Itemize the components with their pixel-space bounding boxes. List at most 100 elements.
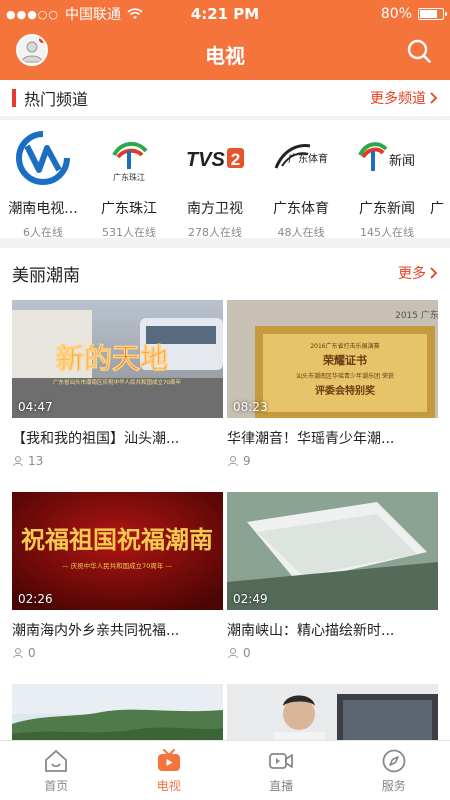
channel-item[interactable]: TVS 2 南方卫视 278人在线: [172, 120, 258, 238]
video-duration: 02:49: [233, 592, 268, 606]
channel-name: 潮南电视...: [8, 201, 78, 217]
battery-icon: [418, 8, 447, 20]
video-duration: 08:23: [233, 400, 268, 414]
channel-item[interactable]: 潮南电视... 6人在线: [0, 120, 86, 238]
video-card[interactable]: 祝福祖国祝福潮南 — 庆祝中华人民共和国成立70周年 — 02:26 潮南海内外…: [12, 492, 223, 660]
status-time: 4:21 PM: [190, 5, 260, 23]
tab-label: 电视: [156, 778, 181, 793]
video-overlay-text: 祝福祖国祝福潮南: [21, 525, 213, 554]
beautiful-chaonan-header: 美丽潮南 更多: [0, 248, 450, 298]
video-thumbnail: 祝福祖国祝福潮南 — 庆祝中华人民共和国成立70周年 — 02:26: [12, 492, 223, 610]
tab-label: 服务: [381, 778, 406, 793]
background-wall-text: 2015 广东: [395, 309, 438, 321]
svg-text:广东体育: 广东体育: [288, 152, 328, 165]
video-overlay-text: 荣耀证书: [322, 353, 367, 367]
more-channels-label: 更多频道: [370, 91, 426, 107]
partial-logo: [430, 128, 450, 188]
channel-online-count: 531人在线: [102, 226, 156, 238]
svg-text:新闻: 新闻: [389, 153, 415, 169]
section-divider: [0, 238, 450, 248]
video-thumbnail: [227, 684, 438, 740]
video-views: 0: [227, 646, 438, 660]
top-header: ●●●○○ 中国联通 4:21 PM 80% 电视: [0, 0, 450, 80]
svg-text:TVS: TVS: [186, 149, 226, 171]
tab-label: 首页: [44, 778, 69, 793]
channel-item[interactable]: 广东珠江 广东珠江 531人在线: [86, 120, 172, 238]
video-thumbnail: 2015 广东 2016广东省打击乐展演赛 荣耀证书 汕头市潮南区华瑶青少年潮乐…: [227, 300, 438, 418]
video-views: 0: [12, 646, 223, 660]
tab-tv[interactable]: 电视: [113, 741, 226, 800]
certificate-line: 汕头市潮南区华瑶青少年潮乐团 荣获: [296, 372, 394, 380]
video-card[interactable]: 新的天地 广东省汕头市潮南区庆祝中华人民共和国成立70周年 04:47 【我和我…: [12, 300, 223, 468]
search-icon[interactable]: [406, 38, 432, 64]
tab-service[interactable]: 服务: [338, 741, 450, 800]
video-section: 美丽潮南 更多 新的天地 广东省汕头市潮南区庆祝中华人民共和国成立70周年 04…: [0, 248, 450, 740]
status-bar: ●●●○○ 中国联通 4:21 PM 80%: [0, 0, 450, 28]
nav-bar: 电视: [0, 28, 450, 80]
person-icon: [228, 648, 238, 659]
compass-icon: [382, 749, 406, 772]
video-card[interactable]: 02:49 潮南峡山：精心描绘新时... 0: [227, 492, 438, 660]
channel-online-count: 48人在线: [277, 226, 325, 238]
hot-channels-title: 热门频道: [24, 90, 89, 109]
guangdong-zhujiang-logo: 广东珠江: [94, 128, 164, 188]
svg-text:广东珠江: 广东珠江: [113, 172, 145, 182]
avatar[interactable]: [16, 34, 48, 66]
video-card[interactable]: [12, 684, 223, 740]
tv-icon: [157, 748, 180, 771]
live-camera-icon: [269, 752, 294, 769]
tab-live[interactable]: 直播: [225, 741, 338, 800]
person-icon: [13, 648, 23, 659]
tab-bar: 首页 电视 直播 服务: [0, 740, 450, 800]
video-card[interactable]: [227, 684, 438, 740]
beautiful-chaonan-title: 美丽潮南: [12, 265, 80, 286]
certificate-award: 评委会特别奖: [315, 384, 376, 397]
channel-name: 南方卫视: [187, 201, 243, 217]
chevron-right-icon: [430, 267, 438, 279]
video-title: 【我和我的祖国】汕头潮...: [12, 431, 180, 447]
more-videos-link[interactable]: 更多: [398, 263, 438, 283]
channel-name: 广东珠江: [101, 201, 157, 217]
tvs2-logo: TVS 2: [180, 128, 250, 188]
video-title: 华律潮音！华瑶青少年潮...: [227, 431, 395, 447]
channel-name: 广东新闻: [359, 201, 415, 217]
view-count: 9: [243, 454, 251, 468]
tab-home[interactable]: 首页: [0, 741, 113, 800]
channel-item[interactable]: 新闻 广东新闻 145人在线: [344, 120, 430, 238]
channel-online-count: 145人在线: [360, 226, 414, 238]
chevron-right-icon: [430, 92, 438, 104]
page-title: 电视: [205, 43, 245, 68]
tab-label: 直播: [269, 778, 294, 793]
video-duration: 04:47: [18, 400, 53, 414]
person-icon: [13, 456, 23, 467]
certificate-header: 2016广东省打击乐展演赛: [310, 342, 379, 350]
video-thumbnail: 新的天地 广东省汕头市潮南区庆祝中华人民共和国成立70周年 04:47: [12, 300, 223, 418]
view-count: 13: [28, 454, 44, 468]
video-caption: 广东省汕头市潮南区庆祝中华人民共和国成立70周年: [53, 378, 182, 386]
notification-dot: [38, 36, 46, 44]
video-card[interactable]: 2015 广东 2016广东省打击乐展演赛 荣耀证书 汕头市潮南区华瑶青少年潮乐…: [227, 300, 438, 468]
video-views: 9: [227, 454, 438, 468]
channel-item[interactable]: 广: [430, 120, 450, 238]
svg-text:2: 2: [231, 150, 240, 169]
video-title: 潮南海内外乡亲共同祝福...: [12, 623, 180, 639]
more-channels-link[interactable]: 更多频道: [370, 88, 438, 108]
video-views: 13: [12, 454, 223, 468]
video-caption: — 庆祝中华人民共和国成立70周年 —: [62, 561, 172, 570]
video-thumbnail: [12, 684, 223, 740]
person-icon: [228, 456, 238, 467]
channel-online-count: 278人在线: [188, 226, 242, 238]
channel-name: 广东体育: [273, 201, 329, 217]
hot-channels-header: 热门频道 更多频道: [0, 80, 450, 116]
video-duration: 02:26: [18, 592, 53, 606]
channel-item[interactable]: 广东体育 广东体育 48人在线: [258, 120, 344, 238]
channel-name: 广: [430, 201, 444, 217]
guangdong-sports-logo: 广东体育: [266, 128, 336, 188]
view-count: 0: [28, 646, 36, 660]
video-title: 潮南峡山：精心描绘新时...: [227, 623, 395, 639]
guangdong-news-logo: 新闻: [352, 128, 422, 188]
video-overlay-text: 新的天地: [56, 342, 168, 375]
video-thumbnail: 02:49: [227, 492, 438, 610]
view-count: 0: [243, 646, 251, 660]
channel-list: 潮南电视... 6人在线 广东珠江 广东珠江 531人在线 TVS 2 南方卫视…: [0, 120, 450, 238]
